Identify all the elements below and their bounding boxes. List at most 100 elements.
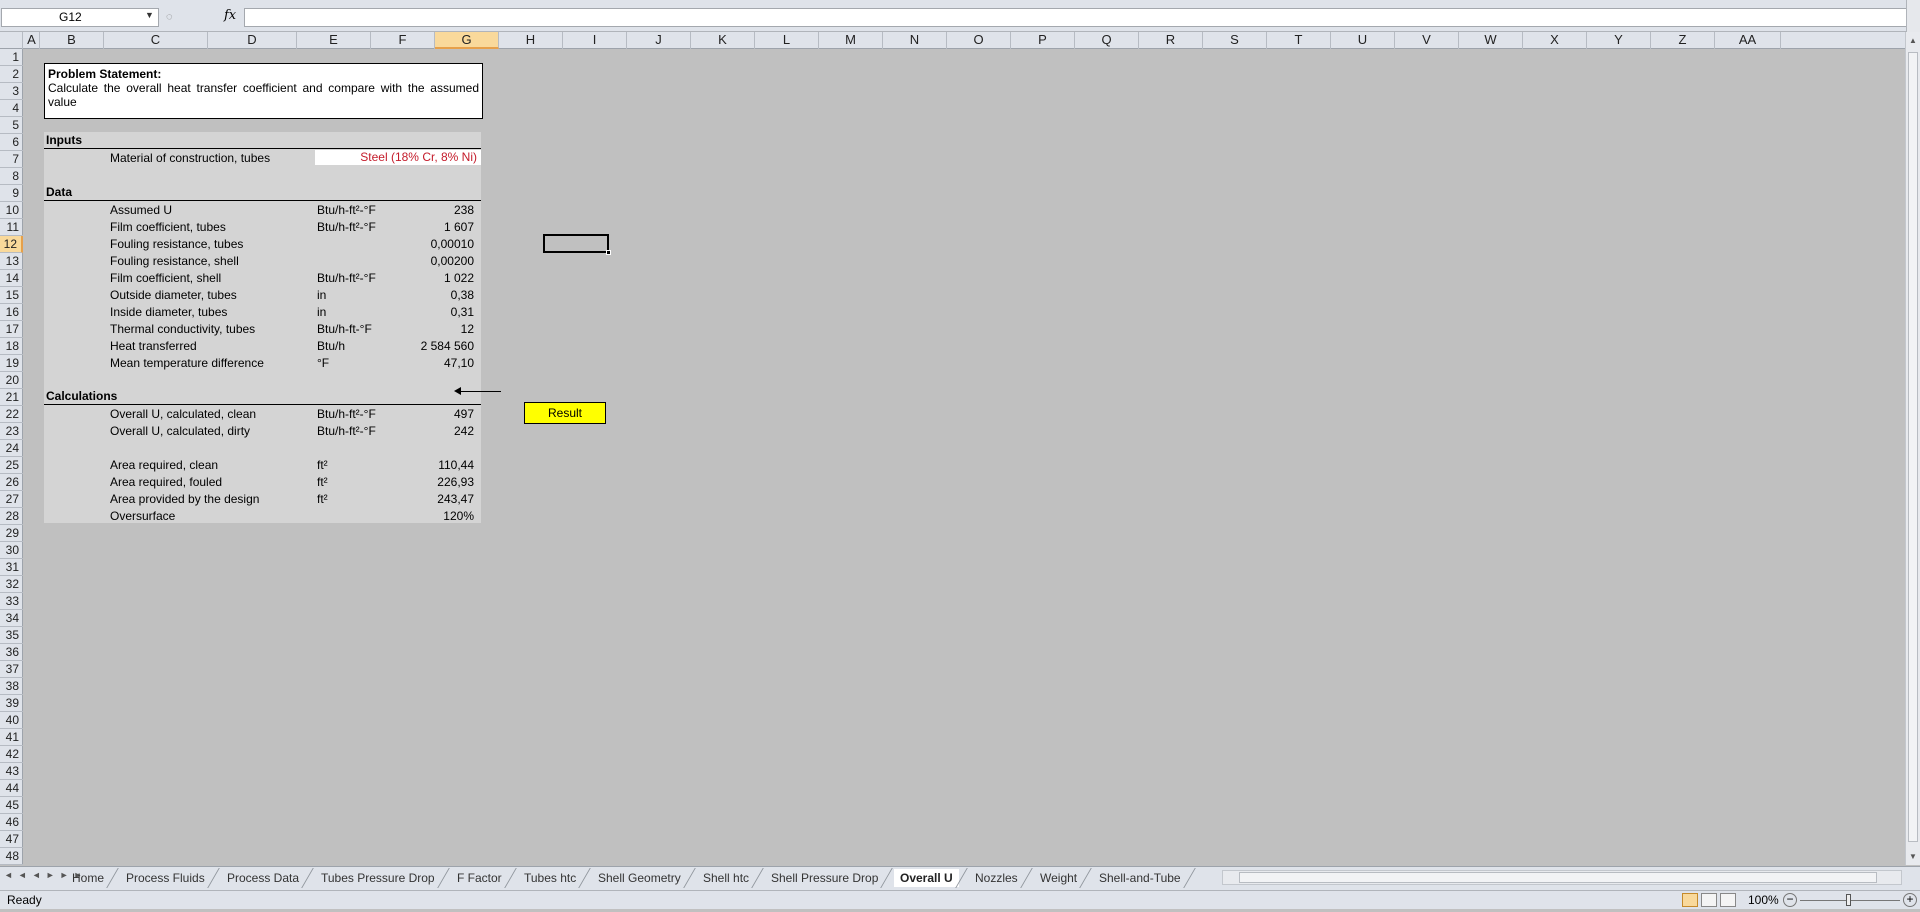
row-header[interactable]: 2 <box>0 66 23 83</box>
row-header[interactable]: 15 <box>0 287 23 304</box>
column-header[interactable]: P <box>1011 32 1075 49</box>
row-header[interactable]: 6 <box>0 134 23 151</box>
name-box[interactable]: G12 <box>1 8 159 27</box>
page-break-view-icon[interactable] <box>1720 893 1736 907</box>
row-header[interactable]: 3 <box>0 83 23 100</box>
column-header[interactable]: C <box>104 32 208 49</box>
sheet-tab[interactable]: Process Data <box>221 869 305 887</box>
column-header[interactable]: Q <box>1075 32 1139 49</box>
select-all-corner[interactable] <box>0 32 23 49</box>
column-header[interactable]: S <box>1203 32 1267 49</box>
column-header[interactable]: W <box>1459 32 1523 49</box>
column-header[interactable]: M <box>819 32 883 49</box>
sheet-tab[interactable]: Shell Pressure Drop <box>765 869 884 887</box>
sheet-tab[interactable]: Shell Geometry <box>592 869 687 887</box>
column-header[interactable]: G <box>435 32 499 49</box>
column-header[interactable]: T <box>1267 32 1331 49</box>
row-header[interactable]: 14 <box>0 270 23 287</box>
page-layout-view-icon[interactable] <box>1701 893 1717 907</box>
row-header[interactable]: 44 <box>0 780 23 797</box>
row-header[interactable]: 19 <box>0 355 23 372</box>
row-header[interactable]: 34 <box>0 610 23 627</box>
row-header[interactable]: 23 <box>0 423 23 440</box>
column-header[interactable]: O <box>947 32 1011 49</box>
column-header[interactable]: K <box>691 32 755 49</box>
column-header[interactable]: F <box>371 32 435 49</box>
column-header[interactable]: J <box>627 32 691 49</box>
sheet-tab[interactable]: Overall U <box>894 869 959 887</box>
sheet-tab[interactable]: Shell-and-Tube <box>1093 869 1187 887</box>
row-header[interactable]: 13 <box>0 253 23 270</box>
row-header[interactable]: 36 <box>0 644 23 661</box>
row-header[interactable]: 4 <box>0 100 23 117</box>
column-header[interactable]: V <box>1395 32 1459 49</box>
material-input[interactable]: Steel (18% Cr, 8% Ni) <box>315 150 481 165</box>
row-header[interactable]: 41 <box>0 729 23 746</box>
sheet-tab[interactable]: Tubes Pressure Drop <box>315 869 441 887</box>
row-header[interactable]: 46 <box>0 814 23 831</box>
column-header[interactable]: D <box>208 32 297 49</box>
insert-function-icon[interactable]: fx <box>224 8 236 23</box>
row-header[interactable]: 9 <box>0 185 23 202</box>
row-header[interactable]: 40 <box>0 712 23 729</box>
row-header[interactable]: 29 <box>0 525 23 542</box>
horizontal-scrollbar[interactable] <box>1222 870 1902 885</box>
row-header[interactable]: 32 <box>0 576 23 593</box>
column-header[interactable]: A <box>24 32 40 49</box>
row-header[interactable]: 30 <box>0 542 23 559</box>
row-header[interactable]: 12 <box>0 236 23 253</box>
sheet-tab[interactable]: Home <box>66 869 110 887</box>
row-header[interactable]: 37 <box>0 661 23 678</box>
normal-view-icon[interactable] <box>1682 893 1698 907</box>
sheet-tab[interactable]: F Factor <box>451 869 508 887</box>
row-header[interactable]: 16 <box>0 304 23 321</box>
row-header[interactable]: 10 <box>0 202 23 219</box>
zoom-slider-thumb[interactable] <box>1846 894 1851 906</box>
sheet-tab[interactable]: Nozzles <box>969 869 1024 887</box>
row-header[interactable]: 18 <box>0 338 23 355</box>
column-header[interactable]: N <box>883 32 947 49</box>
row-header[interactable]: 38 <box>0 678 23 695</box>
column-header[interactable]: L <box>755 32 819 49</box>
row-header[interactable]: 45 <box>0 797 23 814</box>
horizontal-scroll-thumb[interactable] <box>1239 872 1877 883</box>
row-header[interactable]: 48 <box>0 848 23 865</box>
row-header[interactable]: 27 <box>0 491 23 508</box>
row-header[interactable]: 35 <box>0 627 23 644</box>
scroll-up-icon[interactable]: ▲ <box>1909 36 1917 45</box>
sheet-tab[interactable]: Shell htc <box>697 869 755 887</box>
row-header[interactable]: 7 <box>0 151 23 168</box>
column-header[interactable]: E <box>297 32 371 49</box>
column-header[interactable]: R <box>1139 32 1203 49</box>
sheet-tab[interactable]: Tubes htc <box>518 869 582 887</box>
row-header[interactable]: 42 <box>0 746 23 763</box>
zoom-in-icon[interactable]: + <box>1903 893 1917 907</box>
row-header[interactable]: 31 <box>0 559 23 576</box>
vertical-scroll-thumb[interactable] <box>1908 52 1918 842</box>
column-header[interactable]: B <box>40 32 104 49</box>
row-header[interactable]: 43 <box>0 763 23 780</box>
column-header[interactable]: U <box>1331 32 1395 49</box>
row-header[interactable]: 33 <box>0 593 23 610</box>
row-header[interactable]: 39 <box>0 695 23 712</box>
sheet-tab[interactable]: Process Fluids <box>120 869 211 887</box>
row-header[interactable]: 28 <box>0 508 23 525</box>
row-header[interactable]: 11 <box>0 219 23 236</box>
active-cell-g12[interactable] <box>543 234 609 253</box>
column-header[interactable]: Z <box>1651 32 1715 49</box>
column-header[interactable]: I <box>563 32 627 49</box>
formula-input[interactable] <box>244 8 1920 27</box>
row-header[interactable]: 47 <box>0 831 23 848</box>
column-header[interactable]: AA <box>1715 32 1781 49</box>
vertical-scrollbar[interactable]: ▲ ▼ <box>1905 32 1920 865</box>
row-header[interactable]: 17 <box>0 321 23 338</box>
row-header[interactable]: 26 <box>0 474 23 491</box>
sheet-tab[interactable]: Weight <box>1034 869 1083 887</box>
row-header[interactable]: 24 <box>0 440 23 457</box>
expand-formula-bar-button[interactable] <box>1906 0 1920 32</box>
fill-handle[interactable] <box>606 250 611 255</box>
column-header[interactable]: Y <box>1587 32 1651 49</box>
column-header[interactable]: X <box>1523 32 1587 49</box>
zoom-out-icon[interactable]: − <box>1783 893 1797 907</box>
row-header[interactable]: 8 <box>0 168 23 185</box>
